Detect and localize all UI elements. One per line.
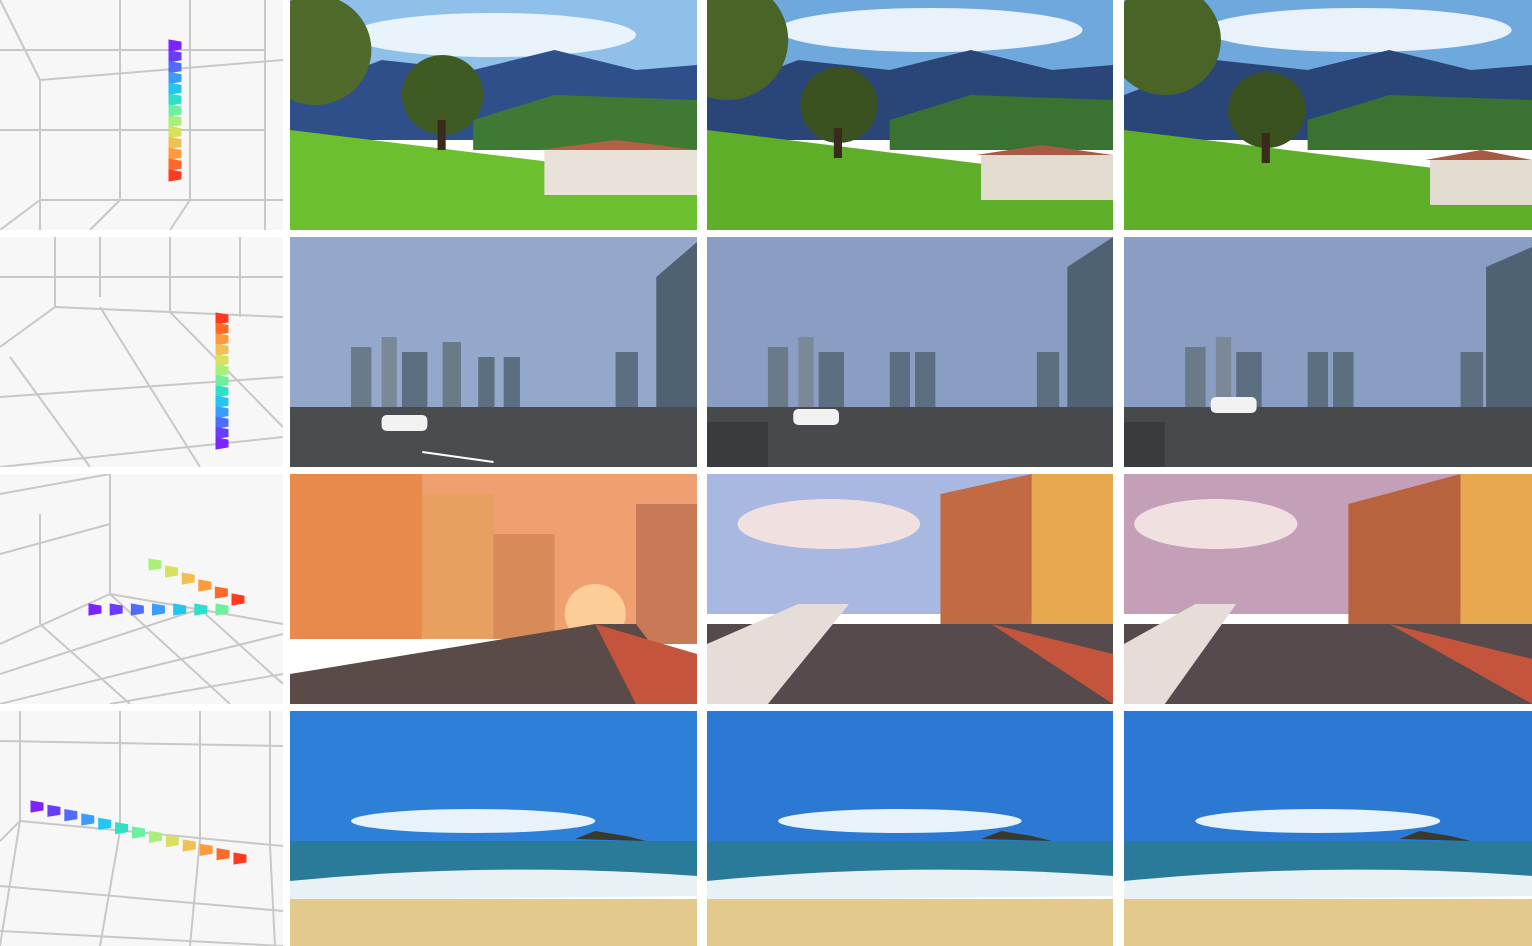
camera-pose-marker <box>81 813 95 826</box>
camera-pose-marker <box>130 603 144 616</box>
row-alpine-village <box>0 0 1532 230</box>
camera-pose-marker <box>98 817 112 830</box>
camera-trajectory <box>215 312 229 450</box>
camera-pose-marker <box>168 39 182 52</box>
camera-pose-marker <box>198 579 212 592</box>
camera-pose-marker <box>233 852 247 865</box>
camera-pose-marker <box>182 839 196 852</box>
frame-method-b <box>1124 0 1532 230</box>
row-beach <box>0 711 1532 946</box>
camera-pose-marker <box>215 343 229 356</box>
camera-pose-marker <box>215 395 229 408</box>
camera-pose-marker <box>132 826 145 839</box>
comparison-grid <box>0 0 1532 946</box>
camera-pose-marker <box>173 603 187 616</box>
city-frame <box>290 237 697 467</box>
camera-pose-marker <box>148 558 162 571</box>
camera-pose-marker <box>215 385 229 398</box>
alpine-frame <box>290 0 697 230</box>
beach-frame <box>1124 711 1532 946</box>
frame-method-b <box>1124 474 1532 704</box>
camera-pose-marker <box>109 603 123 616</box>
camera-pose-marker <box>64 809 78 822</box>
camera-pose-marker <box>215 333 229 346</box>
camera-pose-marker <box>215 426 229 440</box>
frame-method-a <box>707 711 1113 946</box>
row-anime-street <box>0 474 1532 704</box>
frame-method-a <box>707 474 1113 704</box>
camera-pose-marker <box>168 169 182 182</box>
camera-pose-marker <box>199 843 213 856</box>
camera-pose-marker <box>47 804 61 817</box>
camera-trajectory <box>88 558 245 616</box>
camera-pose-marker <box>215 322 229 336</box>
camera-trajectory <box>168 39 182 182</box>
frame-method-a <box>707 237 1113 467</box>
camera-pose-marker <box>152 603 165 616</box>
camera-pose-marker <box>215 364 229 377</box>
camera-pose-marker <box>168 71 182 85</box>
anime-frame <box>1124 474 1532 704</box>
camera-pose-marker <box>215 437 229 450</box>
camera-pose-marker <box>168 61 182 74</box>
alpine-frame <box>1124 0 1532 230</box>
frame-method-a <box>707 0 1113 230</box>
anime-frame <box>290 474 697 704</box>
frame-source <box>290 0 697 230</box>
camera-pose-marker <box>168 158 182 171</box>
anime-frame <box>707 474 1113 704</box>
trajectory-plot-svg <box>0 711 283 946</box>
camera-pose-marker <box>181 572 195 585</box>
camera-pose-marker <box>168 126 182 139</box>
camera-pose-marker <box>194 603 208 616</box>
city-frame <box>707 237 1113 467</box>
row-city-road <box>0 237 1532 467</box>
camera-pose-marker <box>88 603 102 616</box>
camera-pose-marker <box>215 312 229 325</box>
frame-source <box>290 474 697 704</box>
camera-pose-marker <box>168 93 182 106</box>
trajectory-plot <box>0 474 283 704</box>
trajectory-plot-svg <box>0 237 283 467</box>
camera-pose-marker <box>168 115 182 128</box>
camera-pose-marker <box>215 406 229 419</box>
camera-pose-marker <box>168 147 182 160</box>
city-frame <box>1124 237 1532 467</box>
camera-pose-marker <box>168 82 182 95</box>
beach-frame <box>290 711 697 946</box>
camera-pose-marker <box>215 416 229 429</box>
trajectory-plot <box>0 711 283 946</box>
alpine-frame <box>707 0 1113 230</box>
frame-source <box>290 237 697 467</box>
camera-pose-marker <box>215 354 229 367</box>
trajectory-plot-svg <box>0 0 283 230</box>
camera-pose-marker <box>115 822 129 835</box>
camera-pose-marker <box>165 565 179 578</box>
camera-pose-marker <box>231 593 245 606</box>
camera-pose-marker <box>30 800 44 813</box>
frame-method-b <box>1124 237 1532 467</box>
camera-trajectory <box>30 800 247 865</box>
camera-pose-marker <box>215 603 229 616</box>
frame-source <box>290 711 697 946</box>
camera-pose-marker <box>214 586 228 599</box>
camera-pose-marker <box>168 136 182 150</box>
beach-frame <box>707 711 1113 946</box>
camera-pose-marker <box>165 835 179 848</box>
trajectory-plot <box>0 0 283 230</box>
camera-pose-marker <box>168 50 182 63</box>
frame-method-b <box>1124 711 1532 946</box>
camera-pose-marker <box>148 830 162 843</box>
camera-pose-marker <box>216 848 230 861</box>
trajectory-plot-svg <box>0 474 283 704</box>
trajectory-plot <box>0 237 283 467</box>
camera-pose-marker <box>215 374 229 388</box>
camera-pose-marker <box>168 104 182 117</box>
